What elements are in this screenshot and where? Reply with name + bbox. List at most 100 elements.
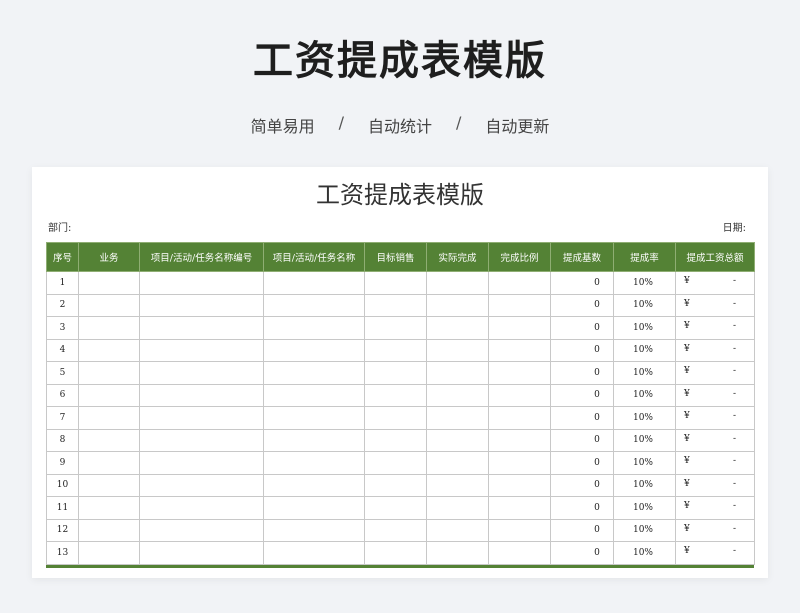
cell-task-code[interactable] bbox=[139, 338, 264, 362]
cell-task-code[interactable] bbox=[139, 496, 264, 520]
cell-base[interactable]: 0 bbox=[550, 428, 614, 452]
cell-actual[interactable] bbox=[426, 361, 489, 385]
cell-rate[interactable]: 10% bbox=[613, 383, 676, 407]
cell-base[interactable]: 0 bbox=[550, 383, 614, 407]
cell-rate[interactable]: 10% bbox=[613, 518, 676, 542]
cell-target-sales[interactable] bbox=[364, 451, 427, 475]
cell-index[interactable]: 12 bbox=[46, 518, 79, 542]
cell-total[interactable]: ¥ - bbox=[675, 271, 755, 295]
cell-actual[interactable] bbox=[426, 518, 489, 542]
cell-business[interactable] bbox=[78, 518, 140, 542]
cell-total[interactable]: ¥ - bbox=[675, 428, 755, 452]
cell-base[interactable]: 0 bbox=[550, 361, 614, 385]
cell-base[interactable]: 0 bbox=[550, 406, 614, 430]
cell-total[interactable]: ¥ - bbox=[675, 541, 755, 565]
cell-ratio[interactable] bbox=[488, 271, 551, 295]
cell-rate[interactable]: 10% bbox=[613, 361, 676, 385]
cell-base[interactable]: 0 bbox=[550, 293, 614, 317]
cell-total[interactable]: ¥ - bbox=[675, 316, 755, 340]
cell-actual[interactable] bbox=[426, 406, 489, 430]
cell-business[interactable] bbox=[78, 428, 140, 452]
cell-index[interactable]: 1 bbox=[46, 271, 79, 295]
cell-ratio[interactable] bbox=[488, 383, 551, 407]
cell-base[interactable]: 0 bbox=[550, 338, 614, 362]
cell-rate[interactable]: 10% bbox=[613, 428, 676, 452]
cell-target-sales[interactable] bbox=[364, 338, 427, 362]
cell-rate[interactable]: 10% bbox=[613, 338, 676, 362]
cell-index[interactable]: 3 bbox=[46, 316, 79, 340]
cell-ratio[interactable] bbox=[488, 473, 551, 497]
cell-actual[interactable] bbox=[426, 428, 489, 452]
cell-index[interactable]: 9 bbox=[46, 451, 79, 475]
cell-rate[interactable]: 10% bbox=[613, 316, 676, 340]
cell-task-code[interactable] bbox=[139, 473, 264, 497]
cell-task-name[interactable] bbox=[263, 496, 365, 520]
cell-base[interactable]: 0 bbox=[550, 451, 614, 475]
cell-business[interactable] bbox=[78, 383, 140, 407]
cell-actual[interactable] bbox=[426, 473, 489, 497]
cell-target-sales[interactable] bbox=[364, 496, 427, 520]
cell-rate[interactable]: 10% bbox=[613, 451, 676, 475]
cell-business[interactable] bbox=[78, 293, 140, 317]
cell-index[interactable]: 7 bbox=[46, 406, 79, 430]
cell-ratio[interactable] bbox=[488, 293, 551, 317]
cell-target-sales[interactable] bbox=[364, 406, 427, 430]
cell-business[interactable] bbox=[78, 473, 140, 497]
cell-rate[interactable]: 10% bbox=[613, 473, 676, 497]
cell-total[interactable]: ¥ - bbox=[675, 473, 755, 497]
cell-base[interactable]: 0 bbox=[550, 271, 614, 295]
cell-total[interactable]: ¥ - bbox=[675, 383, 755, 407]
cell-task-code[interactable] bbox=[139, 428, 264, 452]
cell-task-code[interactable] bbox=[139, 406, 264, 430]
cell-index[interactable]: 5 bbox=[46, 361, 79, 385]
cell-actual[interactable] bbox=[426, 383, 489, 407]
cell-base[interactable]: 0 bbox=[550, 473, 614, 497]
cell-actual[interactable] bbox=[426, 541, 489, 565]
cell-actual[interactable] bbox=[426, 316, 489, 340]
cell-target-sales[interactable] bbox=[364, 361, 427, 385]
cell-total[interactable]: ¥ - bbox=[675, 496, 755, 520]
cell-task-name[interactable] bbox=[263, 541, 365, 565]
cell-target-sales[interactable] bbox=[364, 383, 427, 407]
cell-target-sales[interactable] bbox=[364, 518, 427, 542]
cell-target-sales[interactable] bbox=[364, 473, 427, 497]
cell-business[interactable] bbox=[78, 496, 140, 520]
cell-target-sales[interactable] bbox=[364, 316, 427, 340]
cell-ratio[interactable] bbox=[488, 518, 551, 542]
cell-actual[interactable] bbox=[426, 293, 489, 317]
cell-business[interactable] bbox=[78, 271, 140, 295]
cell-index[interactable]: 10 bbox=[46, 473, 79, 497]
cell-total[interactable]: ¥ - bbox=[675, 361, 755, 385]
cell-ratio[interactable] bbox=[488, 451, 551, 475]
cell-ratio[interactable] bbox=[488, 496, 551, 520]
cell-ratio[interactable] bbox=[488, 316, 551, 340]
cell-base[interactable]: 0 bbox=[550, 496, 614, 520]
cell-total[interactable]: ¥ - bbox=[675, 293, 755, 317]
cell-task-code[interactable] bbox=[139, 316, 264, 340]
cell-target-sales[interactable] bbox=[364, 293, 427, 317]
cell-task-name[interactable] bbox=[263, 451, 365, 475]
cell-task-code[interactable] bbox=[139, 541, 264, 565]
cell-business[interactable] bbox=[78, 361, 140, 385]
cell-business[interactable] bbox=[78, 541, 140, 565]
cell-task-code[interactable] bbox=[139, 271, 264, 295]
cell-business[interactable] bbox=[78, 338, 140, 362]
cell-task-name[interactable] bbox=[263, 406, 365, 430]
cell-base[interactable]: 0 bbox=[550, 541, 614, 565]
cell-rate[interactable]: 10% bbox=[613, 406, 676, 430]
cell-actual[interactable] bbox=[426, 496, 489, 520]
cell-ratio[interactable] bbox=[488, 541, 551, 565]
cell-task-code[interactable] bbox=[139, 518, 264, 542]
cell-task-code[interactable] bbox=[139, 293, 264, 317]
cell-index[interactable]: 2 bbox=[46, 293, 79, 317]
cell-actual[interactable] bbox=[426, 271, 489, 295]
cell-task-name[interactable] bbox=[263, 473, 365, 497]
cell-index[interactable]: 13 bbox=[46, 541, 79, 565]
cell-index[interactable]: 11 bbox=[46, 496, 79, 520]
cell-total[interactable]: ¥ - bbox=[675, 451, 755, 475]
cell-ratio[interactable] bbox=[488, 428, 551, 452]
cell-index[interactable]: 8 bbox=[46, 428, 79, 452]
cell-actual[interactable] bbox=[426, 451, 489, 475]
cell-total[interactable]: ¥ - bbox=[675, 518, 755, 542]
cell-business[interactable] bbox=[78, 406, 140, 430]
